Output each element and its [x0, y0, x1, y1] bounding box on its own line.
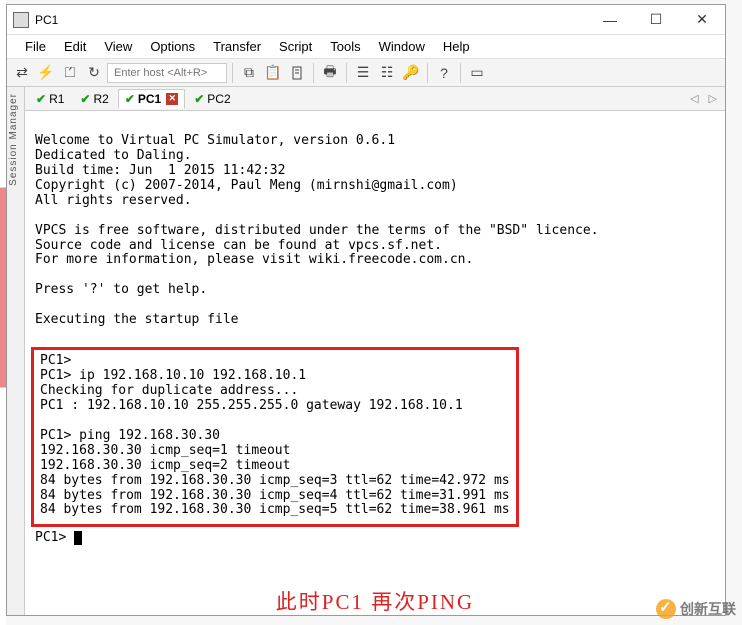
copy-icon[interactable]: ⧉	[238, 62, 260, 84]
terminal-output[interactable]: Welcome to Virtual PC Simulator, version…	[25, 111, 725, 615]
host-input[interactable]	[107, 63, 227, 83]
window-title: PC1	[35, 13, 587, 27]
tab-label: PC2	[207, 92, 230, 106]
toolbar-separator	[313, 63, 314, 83]
annotation-line1: 此时PC1 再次PING	[35, 586, 715, 615]
toolbar: ⇄ ⚡ ⏍ ↻ ⧉ 📋 🖶 ☰ ☷ 🔑 ? ▭	[7, 59, 725, 87]
check-icon: ✔	[80, 92, 90, 106]
properties-icon[interactable]: ☰	[352, 62, 374, 84]
check-icon: ✔	[194, 92, 204, 106]
highlighted-output-box: PC1> PC1> ip 192.168.10.10 192.168.10.1 …	[31, 347, 519, 527]
menu-script[interactable]: Script	[279, 39, 312, 54]
app-window: PC1 — ☐ ✕ File Edit View Options Transfe…	[6, 4, 726, 616]
menu-options[interactable]: Options	[150, 39, 195, 54]
toolbar-separator	[427, 63, 428, 83]
terminal-prompt-line: PC1>	[35, 531, 715, 546]
tab-prev-icon[interactable]: ◁	[686, 92, 702, 105]
menu-window[interactable]: Window	[379, 39, 425, 54]
toggle-icon[interactable]: ▭	[466, 62, 488, 84]
toolbar-separator	[460, 63, 461, 83]
menu-file[interactable]: File	[25, 39, 46, 54]
menu-help[interactable]: Help	[443, 39, 470, 54]
app-icon	[13, 12, 29, 28]
cursor-icon	[74, 531, 82, 545]
tab-r1[interactable]: ✔ R1	[29, 89, 71, 109]
print-icon[interactable]: 🖶	[319, 62, 341, 84]
reconnect-icon[interactable]: ↻	[83, 62, 105, 84]
watermark: 创新互联	[656, 599, 736, 619]
toolbar-separator	[232, 63, 233, 83]
tabbar: ✔ R1 ✔ R2 ✔ PC1 ✕ ✔ PC2 ◁ ▷	[25, 87, 725, 111]
key-icon[interactable]: 🔑	[400, 62, 422, 84]
tab-pc2[interactable]: ✔ PC2	[187, 89, 237, 109]
tab-label: R1	[49, 92, 64, 106]
titlebar: PC1 — ☐ ✕	[7, 5, 725, 35]
help-icon[interactable]: ?	[433, 62, 455, 84]
menu-view[interactable]: View	[104, 39, 132, 54]
tab-r2[interactable]: ✔ R2	[73, 89, 115, 109]
connect-icon[interactable]: ⇄	[11, 62, 33, 84]
close-button[interactable]: ✕	[679, 5, 725, 35]
session-manager-sidebar[interactable]: Session Manager	[7, 87, 25, 615]
options-icon[interactable]: ☷	[376, 62, 398, 84]
session-manager-label: Session Manager	[8, 93, 19, 186]
toolbar-separator	[346, 63, 347, 83]
close-tab-icon[interactable]: ✕	[166, 93, 178, 105]
maximize-button[interactable]: ☐	[633, 5, 679, 35]
minimize-button[interactable]: —	[587, 5, 633, 35]
tab-pc1[interactable]: ✔ PC1 ✕	[118, 89, 185, 109]
terminal-boxed: PC1> PC1> ip 192.168.10.10 192.168.10.1 …	[40, 354, 510, 518]
check-icon: ✔	[36, 92, 46, 106]
disconnect-icon[interactable]: ⏍	[59, 62, 81, 84]
annotation-text: 此时PC1 再次PING PC2 连通成功！！！	[35, 586, 715, 615]
tab-next-icon[interactable]: ▷	[705, 92, 721, 105]
tab-label: R2	[93, 92, 108, 106]
menubar: File Edit View Options Transfer Script T…	[7, 35, 725, 59]
terminal-intro: Welcome to Virtual PC Simulator, version…	[35, 134, 715, 328]
menu-tools[interactable]: Tools	[330, 39, 360, 54]
menu-edit[interactable]: Edit	[64, 39, 86, 54]
paste-icon[interactable]: 📋	[262, 62, 284, 84]
tab-label: PC1	[138, 92, 161, 106]
watermark-text: 创新互联	[680, 599, 736, 619]
menu-transfer[interactable]: Transfer	[213, 39, 261, 54]
watermark-logo-icon	[656, 599, 676, 619]
prompt-text: PC1>	[35, 530, 74, 545]
find-icon[interactable]	[286, 62, 308, 84]
quick-connect-icon[interactable]: ⚡	[35, 62, 57, 84]
check-icon: ✔	[125, 92, 135, 106]
